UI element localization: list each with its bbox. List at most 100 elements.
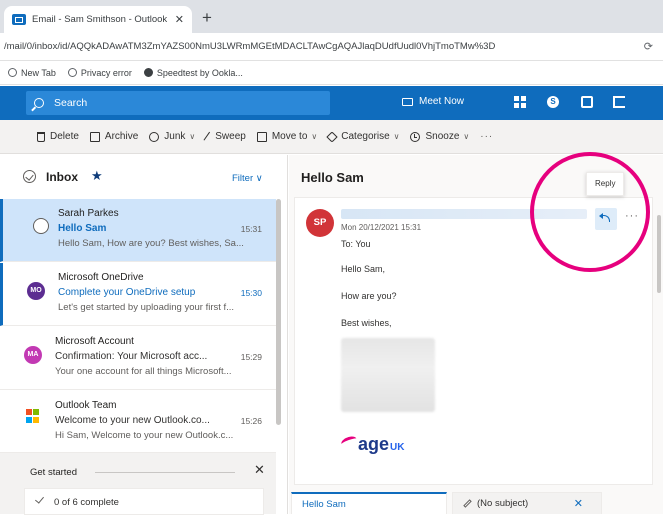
checkmark-icon (35, 494, 44, 504)
select-all-checkbox[interactable] (23, 170, 36, 183)
message-time: 15:26 (240, 416, 262, 426)
favorite-star-icon[interactable]: ★ (91, 168, 103, 184)
close-tab-icon[interactable]: ✕ (175, 13, 184, 26)
tag-icon (326, 130, 338, 143)
tab-hello-sam[interactable]: Hello Sam (291, 492, 447, 514)
reading-scrollbar[interactable] (657, 215, 661, 293)
message-time: 15:29 (240, 352, 262, 362)
avatar: SP (306, 209, 334, 237)
tab-label: (No subject) (477, 498, 529, 509)
command-bar: Delete Archive Junk ∨ Sweep Move to ∨ Ca… (0, 120, 663, 154)
junk-icon (149, 131, 160, 142)
junk-button[interactable]: Junk ∨ (149, 131, 195, 142)
message-subject: Confirmation: Your Microsoft acc... (55, 351, 208, 362)
move-to-label: Move to (271, 131, 308, 142)
bookmark-new-tab[interactable]: New Tab (8, 68, 56, 78)
logo-text-age: age (358, 434, 390, 454)
message-preview: Hello Sam, How are you? Best wishes, Sa.… (58, 238, 244, 249)
move-folder-icon (256, 131, 267, 142)
select-radio[interactable] (33, 218, 49, 234)
message-row[interactable]: Outlook Team Welcome to your new Outlook… (0, 391, 276, 454)
message-row[interactable]: MA Microsoft Account Confirmation: Your … (0, 327, 276, 390)
browser-tab-title: Email - Sam Smithson - Outlook (32, 14, 168, 25)
chevron-down-icon[interactable]: ∨ (189, 132, 195, 141)
search-placeholder: Search (54, 97, 88, 109)
search-input[interactable]: Search (26, 91, 330, 115)
get-started-title: Get started (30, 467, 77, 478)
search-icon (34, 98, 44, 108)
bookmark-privacy-error[interactable]: Privacy error (67, 68, 132, 78)
message-subject: Hello Sam (58, 223, 107, 234)
skype-icon[interactable]: S (547, 96, 559, 108)
outlook-header: Search Meet Now S (0, 86, 663, 120)
bookmark-speedtest[interactable]: Speedtest by Ookla... (143, 68, 243, 78)
microsoft-logo-icon (26, 409, 40, 423)
chevron-down-icon[interactable]: ∨ (311, 132, 317, 141)
message-time: 15:31 (240, 224, 262, 234)
tab-no-subject[interactable]: (No subject) ✕ (452, 492, 602, 514)
draft-tabs: Hello Sam (No subject) ✕ (289, 492, 663, 514)
email-recipient: To: You (341, 239, 371, 249)
email-body-line: Hello Sam, (341, 264, 386, 274)
sweep-button[interactable]: Sweep (203, 131, 246, 142)
categorise-label: Categorise (341, 131, 390, 142)
logo-text-uk: UK (390, 442, 405, 453)
message-preview: Hi Sam, Welcome to your new Outlook.c... (55, 430, 234, 441)
get-started-panel: Get started ✕ 0 of 6 complete (0, 452, 276, 515)
snooze-label: Snooze (425, 131, 460, 142)
bookmarks-bar: New Tab Privacy error Speedtest by Ookla… (0, 61, 663, 85)
junk-label: Junk (164, 131, 186, 142)
archive-icon (89, 131, 100, 142)
browser-tabstrip: Email - Sam Smithson - Outlook ✕ + (0, 0, 663, 33)
camera-icon (402, 97, 413, 106)
address-bar[interactable]: /mail/0/inbox/id/AQQkADAwATM3ZmYAZS00NmU… (0, 33, 663, 61)
message-time: 15:30 (240, 288, 262, 298)
message-subject: Welcome to your new Outlook.co... (55, 415, 210, 426)
list-scrollbar[interactable] (276, 199, 281, 425)
move-to-button[interactable]: Move to ∨ (256, 131, 317, 142)
list-header: Inbox ★ Filter ∨ (0, 155, 288, 199)
folder-title: Inbox (46, 170, 78, 184)
chevron-down-icon[interactable]: ∨ (394, 132, 400, 141)
logo-swoosh-icon (339, 434, 359, 449)
progress-card[interactable]: 0 of 6 complete (24, 488, 264, 515)
feedback-icon[interactable] (613, 96, 625, 108)
archive-button[interactable]: Archive (89, 131, 139, 142)
more-commands-button[interactable]: ··· (480, 131, 493, 142)
message-preview: Your one account for all things Microsof… (55, 366, 232, 377)
progress-text: 0 of 6 complete (54, 497, 119, 508)
clock-icon (410, 131, 421, 142)
snooze-button[interactable]: Snooze ∨ (410, 131, 469, 142)
close-icon[interactable]: ✕ (254, 462, 265, 478)
message-sender: Sarah Parkes (58, 208, 119, 219)
message-sender: Microsoft Account (55, 336, 134, 347)
email-date: Mon 20/12/2021 15:31 (341, 223, 422, 232)
filter-button[interactable]: Filter ∨ (232, 173, 263, 184)
tab-label: Hello Sam (302, 498, 346, 510)
highlight-circle (530, 152, 650, 272)
outlook-favicon-icon (12, 14, 26, 25)
message-list: Inbox ★ Filter ∨ Sarah Parkes Hello Sam … (0, 155, 288, 515)
avatar: MO (27, 282, 45, 300)
extensions-icon[interactable]: ⟳ (644, 40, 653, 53)
delete-button[interactable]: Delete (37, 131, 79, 142)
divider (95, 472, 235, 473)
sweep-label: Sweep (215, 131, 246, 142)
speedtest-icon (143, 68, 153, 77)
meet-now-button[interactable]: Meet Now (402, 96, 464, 107)
categorise-button[interactable]: Categorise ∨ (326, 130, 400, 143)
archive-label: Archive (104, 131, 139, 142)
browser-tab[interactable]: Email - Sam Smithson - Outlook ✕ (4, 6, 192, 33)
office-icon[interactable] (581, 96, 593, 108)
close-icon[interactable]: ✕ (574, 497, 583, 510)
email-body-line: Best wishes, (341, 318, 392, 328)
delete-label: Delete (50, 131, 79, 142)
message-row[interactable]: Sarah Parkes Hello Sam 15:31 Hello Sam, … (0, 199, 276, 262)
apps-grid-icon[interactable] (514, 96, 526, 108)
chevron-down-icon[interactable]: ∨ (463, 132, 469, 141)
blurred-signature (341, 338, 435, 412)
url-text[interactable]: /mail/0/inbox/id/AQQkADAwATM3ZmYAZS00NmU… (4, 41, 495, 52)
age-uk-logo: age UK (339, 434, 405, 455)
new-tab-button[interactable]: + (202, 8, 212, 28)
message-row[interactable]: MO Microsoft OneDrive Complete your OneD… (0, 263, 276, 326)
